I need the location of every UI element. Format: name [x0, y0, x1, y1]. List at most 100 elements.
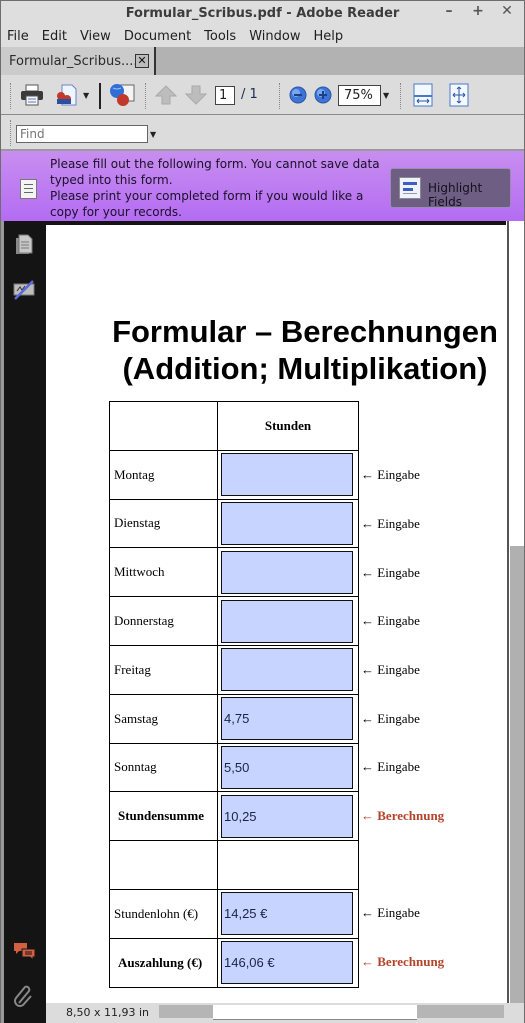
- row-label: Montag: [109, 449, 218, 500]
- empty-cell: [217, 840, 359, 890]
- page-total: / 1: [241, 87, 258, 102]
- find-options-dropdown[interactable]: ▼: [150, 130, 156, 139]
- attachments-panel-button[interactable]: [13, 985, 35, 1007]
- dienstag-hours-field[interactable]: [221, 501, 353, 545]
- table-row: Mittwoch: [109, 547, 359, 598]
- mittwoch-hours-field[interactable]: [221, 550, 353, 594]
- zoom-out-button[interactable]: [287, 83, 309, 107]
- input-note: ← Eingabe: [361, 467, 420, 482]
- tab-close-button[interactable]: ✕: [135, 54, 149, 68]
- column-header-stunden: Stunden: [217, 401, 359, 451]
- printer-icon: [21, 84, 43, 106]
- table-row-empty: [109, 840, 359, 890]
- tab-formular-scribus[interactable]: Formular_Scribus.... ✕: [1, 47, 156, 75]
- fit-page-button[interactable]: [446, 83, 472, 107]
- maximize-button[interactable]: +: [469, 3, 487, 19]
- comments-icon: [14, 943, 36, 962]
- table-row: Stundensumme 10,25: [109, 791, 359, 842]
- row-label: Sonntag: [109, 742, 218, 793]
- highlight-fields-button[interactable]: Highlight Fields: [390, 168, 511, 209]
- form-message-bar: Please fill out the following form. You …: [1, 149, 524, 221]
- signature-icon: [13, 280, 35, 300]
- next-page-icon: [185, 85, 207, 105]
- horizontal-scrollbar-thumb[interactable]: [213, 1005, 417, 1020]
- share-button[interactable]: [53, 83, 79, 107]
- toolbar-grip[interactable]: [279, 83, 281, 109]
- input-note: ← Eingabe: [361, 905, 420, 920]
- tab-label: Formular_Scribus....: [9, 53, 138, 69]
- menu-window[interactable]: Window: [249, 29, 300, 44]
- document-title: Formular – Berechnungen (Addition; Multi…: [46, 313, 524, 387]
- previous-page-button[interactable]: [153, 83, 179, 107]
- collaborate-button[interactable]: [107, 83, 137, 107]
- auszahlung-field[interactable]: 146,06 €: [221, 941, 353, 985]
- table-row: Donnerstag: [109, 596, 359, 646]
- input-note: ← Eingabe: [361, 759, 420, 774]
- fit-width-icon: [413, 83, 433, 107]
- next-page-button[interactable]: [183, 83, 209, 107]
- table-row: Auszahlung (€) 146,06 €: [109, 937, 359, 988]
- hours-form-table: Stunden Montag Dienstag Mittwoch Donners…: [109, 401, 359, 988]
- share-dropdown-arrow[interactable]: ▼: [83, 91, 89, 100]
- input-note: ← Eingabe: [361, 662, 420, 677]
- paperclip-icon: [14, 985, 32, 1007]
- form-document-icon: [20, 179, 37, 199]
- row-label: Mittwoch: [109, 547, 218, 598]
- toolbar-grip[interactable]: [10, 83, 12, 109]
- montag-hours-field[interactable]: [221, 453, 353, 497]
- fit-width-button[interactable]: [410, 83, 436, 107]
- zoom-in-button[interactable]: [312, 83, 334, 107]
- minimize-button[interactable]: –: [440, 3, 458, 19]
- highlight-fields-label: Highlight Fields: [428, 181, 483, 209]
- stundenlohn-field[interactable]: 14,25 €: [221, 892, 353, 936]
- zoom-dropdown-arrow[interactable]: ▼: [383, 91, 389, 100]
- find-input[interactable]: [16, 125, 148, 143]
- row-label: Stundensumme: [109, 791, 218, 842]
- main-toolbar: ▼ 1 / 1 75% ▼: [1, 75, 524, 115]
- menu-edit[interactable]: Edit: [42, 29, 67, 44]
- close-window-button[interactable]: ✕: [498, 3, 516, 19]
- vertical-scrollbar-thumb[interactable]: [510, 546, 524, 1003]
- row-label: Dienstag: [109, 498, 218, 549]
- menu-tools[interactable]: Tools: [204, 29, 236, 44]
- menu-document[interactable]: Document: [124, 29, 191, 44]
- input-note: ← Eingabe: [361, 516, 420, 531]
- menu-help[interactable]: Help: [313, 29, 343, 44]
- row-label: Samstag: [109, 693, 218, 744]
- horizontal-scrollbar-right[interactable]: [417, 1005, 504, 1018]
- stundensumme-field[interactable]: 10,25: [221, 794, 353, 838]
- page-number-input[interactable]: 1: [215, 86, 235, 105]
- document-title-line1: Formular – Berechnungen: [112, 314, 498, 349]
- donnerstag-hours-field[interactable]: [221, 599, 353, 643]
- calculation-note: ← Berechnung: [361, 808, 445, 823]
- form-message-text: Please fill out the following form. You …: [50, 156, 380, 220]
- input-note: ← Eingabe: [361, 711, 420, 726]
- vertical-scrollbar[interactable]: [507, 221, 524, 1003]
- toolbar-grip[interactable]: [400, 83, 402, 109]
- table-row: Dienstag: [109, 498, 359, 549]
- row-label: Auszahlung (€): [109, 937, 218, 988]
- zoom-level-input[interactable]: 75%: [338, 85, 381, 106]
- input-note: ← Eingabe: [361, 565, 420, 580]
- pages-panel-button[interactable]: [13, 234, 35, 256]
- signatures-panel-button[interactable]: [13, 279, 35, 301]
- horizontal-scrollbar-left[interactable]: [159, 1005, 213, 1018]
- table-row: Freitag: [109, 644, 359, 695]
- menu-bar: File Edit View Document Tools Window Hel…: [1, 25, 524, 47]
- find-toolbar: ▼: [1, 116, 524, 149]
- menu-view[interactable]: View: [80, 29, 111, 44]
- input-note: ← Eingabe: [361, 613, 420, 628]
- document-tab-bar: Formular_Scribus.... ✕: [1, 47, 524, 75]
- toolbar-grip[interactable]: [10, 120, 12, 146]
- previous-page-icon: [155, 85, 177, 105]
- print-button[interactable]: [18, 83, 46, 107]
- freitag-hours-field[interactable]: [221, 648, 353, 692]
- samstag-hours-field[interactable]: 4,75: [221, 697, 353, 741]
- sonntag-hours-field[interactable]: 5,50: [221, 745, 353, 789]
- navigation-panel: [1, 221, 46, 1023]
- highlight-fields-icon: [399, 177, 421, 199]
- toolbar-grip[interactable]: [145, 83, 147, 109]
- comments-panel-button[interactable]: [13, 941, 36, 963]
- menu-file[interactable]: File: [7, 29, 29, 44]
- zoom-in-icon: [314, 86, 332, 104]
